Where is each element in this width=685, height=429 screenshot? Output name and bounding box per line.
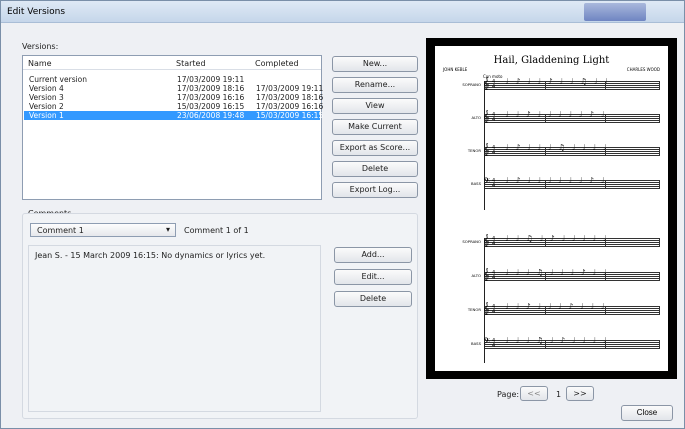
staff-label: ALTO bbox=[471, 273, 482, 278]
comment-counter: Comment 1 of 1 bbox=[184, 226, 249, 235]
version-row[interactable]: Current version 17/03/2009 19:11 bbox=[24, 75, 320, 84]
next-page-button[interactable]: >> bbox=[566, 386, 594, 401]
staff: 𝄞 4 4 ♩ ♪ ♩ ♩ ♩ ♫ ♩ ♩ ♩ ♩ bbox=[483, 143, 660, 156]
column-header-completed[interactable]: Completed bbox=[255, 59, 299, 68]
score-preview: Hail, Gladdening Light JOHN KEBLE CHARLE… bbox=[426, 38, 677, 379]
score-page: Hail, Gladdening Light JOHN KEBLE CHARLE… bbox=[435, 46, 668, 371]
make-current-button[interactable]: Make Current bbox=[332, 119, 418, 135]
comment-select[interactable]: Comment 1 ▾ bbox=[30, 223, 176, 237]
versions-label: Versions: bbox=[22, 42, 59, 51]
staff-label: SOPRANO bbox=[462, 82, 481, 87]
chevron-down-icon: ▾ bbox=[165, 225, 170, 234]
window-title: Edit Versions bbox=[7, 7, 66, 17]
view-version-button[interactable]: View bbox=[332, 98, 418, 114]
staff-label: TENOR bbox=[467, 148, 481, 153]
staff-label: SOPRANO bbox=[462, 239, 481, 244]
staff: 𝄞 4 4 ♩ ♩ ♪ ♩ ♩ ♩ ♩ ♩ ♪ ♩ bbox=[483, 110, 660, 123]
staff: 𝄞 4 4 ♩ ♩ ♪ ♩ ♩ ♩ ♪ ♩ ♩ ♩ bbox=[483, 302, 660, 315]
version-completed: 17/03/2009 16:16 bbox=[256, 102, 324, 111]
version-completed: 17/03/2009 19:11 bbox=[256, 84, 324, 93]
delete-version-button[interactable]: Delete bbox=[332, 161, 418, 177]
version-completed: 17/03/2009 18:16 bbox=[256, 93, 324, 102]
staff: 𝄞 4 4 ♩ ♩ ♩ ♫ ♩ ♩ ♩ ♪ ♩ ♩ bbox=[483, 268, 660, 281]
score-title: Hail, Gladdening Light bbox=[493, 55, 610, 66]
score-lyricist: JOHN KEBLE bbox=[443, 67, 468, 72]
title-bar: Edit Versions bbox=[1, 1, 684, 23]
export-as-score-button[interactable]: Export as Score... bbox=[332, 140, 418, 156]
column-header-started[interactable]: Started bbox=[176, 59, 206, 68]
staff: 𝄞 4 4 ♩ ♪ ♩ ♩ ♪ ♩ ♩ ♫ ♩ ♩ bbox=[483, 77, 660, 90]
column-header-name[interactable]: Name bbox=[28, 59, 52, 68]
staff-label: ALTO bbox=[471, 115, 482, 120]
versions-list-header: Name Started Completed bbox=[23, 56, 321, 70]
edit-comment-button[interactable]: Edit... bbox=[334, 269, 412, 285]
staff: 𝄢 4 4 ♩ ♪ ♩ ♩ ♩ ♩ ♩ ♩ ♪ ♩ bbox=[483, 176, 660, 189]
version-started: 17/03/2009 16:16 bbox=[177, 93, 245, 102]
staff: 𝄞 4 4 ♩ ♩ ♫ ♩ ♪ ♩ ♩ ♩ ♩ ♩ bbox=[483, 234, 660, 247]
page-label: Page: bbox=[497, 390, 520, 399]
version-started: 17/03/2009 18:16 bbox=[177, 84, 245, 93]
version-name: Current version bbox=[29, 75, 88, 84]
version-started: 23/06/2008 19:48 bbox=[177, 111, 245, 120]
add-comment-button[interactable]: Add... bbox=[334, 247, 412, 263]
version-name: Version 1 bbox=[29, 111, 64, 120]
new-version-button[interactable]: New... bbox=[332, 56, 418, 72]
version-name: Version 2 bbox=[29, 102, 64, 111]
staff-label: BASS bbox=[470, 181, 481, 186]
version-row[interactable]: Version 3 17/03/2009 16:16 17/03/2009 18… bbox=[24, 93, 324, 102]
edit-versions-dialog: Edit Versions Versions: Name Started Com… bbox=[0, 0, 685, 429]
close-button[interactable]: Close bbox=[621, 405, 673, 421]
version-row-selected[interactable]: Version 1 23/06/2008 19:48 15/03/2009 16… bbox=[24, 111, 324, 120]
staff-label: BASS bbox=[470, 341, 481, 346]
staff: 𝄢 4 4 ♩ ♩ ♩ ♫ ♩ ♪ ♩ ♩ ♩ ♩ bbox=[483, 336, 660, 349]
comment-text-box: Jean S. - 15 March 2009 16:15: No dynami… bbox=[28, 245, 321, 412]
score-composer: CHARLES WOOD bbox=[626, 67, 660, 72]
title-bar-decoration bbox=[584, 3, 646, 21]
version-name: Version 3 bbox=[29, 93, 64, 102]
previous-page-button[interactable]: << bbox=[520, 386, 548, 401]
versions-list[interactable]: Name Started Completed Current version 1… bbox=[22, 55, 324, 200]
comment-text: Jean S. - 15 March 2009 16:15: No dynami… bbox=[35, 251, 266, 260]
page-number: 1 bbox=[556, 390, 562, 399]
version-row[interactable]: Version 4 17/03/2009 18:16 17/03/2009 19… bbox=[24, 84, 324, 93]
export-log-button[interactable]: Export Log... bbox=[332, 182, 418, 198]
delete-comment-button[interactable]: Delete bbox=[334, 291, 412, 307]
version-name: Version 4 bbox=[29, 84, 64, 93]
version-started: 15/03/2009 16:15 bbox=[177, 102, 245, 111]
staff-label: TENOR bbox=[467, 307, 481, 312]
comment-select-value: Comment 1 bbox=[37, 226, 84, 235]
version-row[interactable]: Version 2 15/03/2009 16:15 17/03/2009 16… bbox=[24, 102, 324, 111]
version-completed: 15/03/2009 16:15 bbox=[256, 111, 324, 120]
version-started: 17/03/2009 19:11 bbox=[177, 75, 245, 84]
rename-version-button[interactable]: Rename... bbox=[332, 77, 418, 93]
